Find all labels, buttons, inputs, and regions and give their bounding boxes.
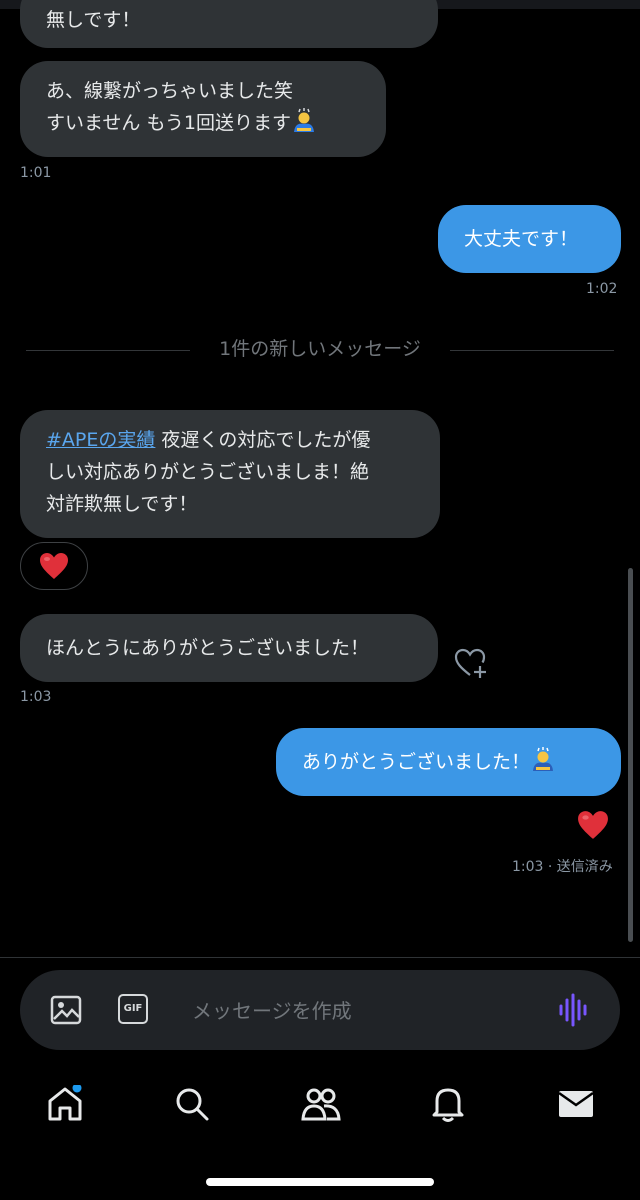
people-icon[interactable] bbox=[300, 1085, 342, 1127]
new-messages-divider: 1件の新しいメッセージ bbox=[219, 338, 421, 360]
message-text-line: 対詐欺無しです！ bbox=[46, 493, 198, 515]
bowing-person-emoji bbox=[291, 107, 317, 143]
home-icon[interactable] bbox=[46, 1083, 84, 1127]
divider-line-right bbox=[450, 350, 614, 351]
mail-icon[interactable] bbox=[557, 1085, 595, 1127]
message-text-line: しい対応ありがとうございましま！絶 bbox=[46, 461, 370, 483]
received-message[interactable]: ほんとうにありがとうございました！ bbox=[20, 614, 438, 682]
message-input[interactable] bbox=[190, 994, 534, 1028]
message-text-line: #APEの実績 夜遅くの対応でしたが優 bbox=[46, 429, 371, 451]
sent-message[interactable]: ありがとうございました！ bbox=[276, 728, 621, 796]
message-text-line: すいません もう1回送ります bbox=[46, 107, 360, 143]
reaction-pill[interactable] bbox=[20, 542, 88, 590]
message-composer: GIF bbox=[20, 970, 620, 1050]
heart-plus-icon[interactable] bbox=[453, 646, 489, 684]
bell-icon[interactable] bbox=[430, 1085, 466, 1127]
bowing-person-emoji bbox=[530, 746, 556, 782]
hashtag-link[interactable]: #APEの実績 bbox=[46, 429, 155, 451]
message-timestamp: 1:03 bbox=[20, 689, 52, 705]
image-icon[interactable] bbox=[50, 994, 82, 1030]
message-status: 1:03 · 送信済み bbox=[512, 859, 613, 875]
message-text-line: あ、線繋がっちゃいました笑 bbox=[46, 80, 294, 102]
divider-line-left bbox=[26, 350, 190, 351]
heart-emoji[interactable] bbox=[577, 810, 609, 844]
received-message[interactable]: 無しです！ bbox=[20, 0, 438, 48]
home-indicator[interactable] bbox=[206, 1178, 434, 1186]
scrollbar[interactable] bbox=[628, 568, 633, 942]
heart-emoji bbox=[40, 553, 68, 579]
search-icon[interactable] bbox=[173, 1085, 211, 1127]
composer-separator bbox=[0, 957, 640, 958]
received-message[interactable]: あ、線繋がっちゃいました笑 すいません もう1回送ります bbox=[20, 61, 386, 157]
message-timestamp: 1:02 bbox=[586, 281, 618, 297]
message-text: 大丈夫です！ bbox=[464, 228, 579, 250]
message-timestamp: 1:01 bbox=[20, 165, 52, 181]
message-text: ありがとうございました！ bbox=[302, 751, 531, 773]
gif-icon[interactable]: GIF bbox=[118, 994, 148, 1024]
message-text: ほんとうにありがとうございました！ bbox=[46, 637, 370, 659]
message-text: 無しです！ bbox=[46, 9, 141, 31]
voice-wave-icon[interactable] bbox=[558, 992, 590, 1032]
received-message[interactable]: #APEの実績 夜遅くの対応でしたが優 しい対応ありがとうございましま！絶 対詐… bbox=[20, 410, 440, 538]
sent-message[interactable]: 大丈夫です！ bbox=[438, 205, 621, 273]
